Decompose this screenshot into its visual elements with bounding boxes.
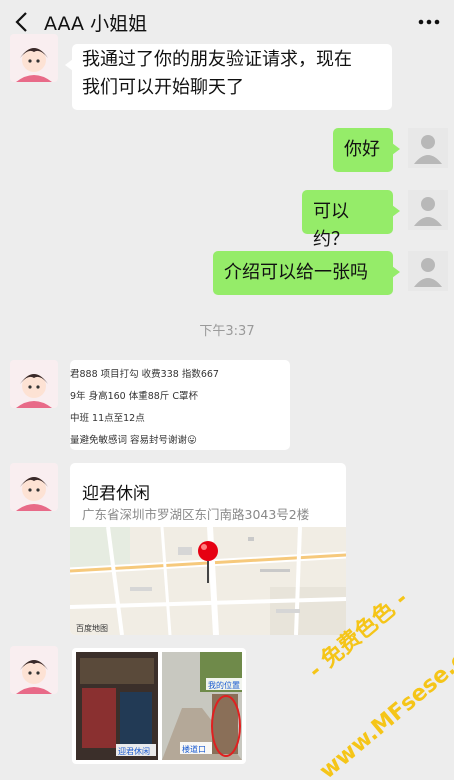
photo-message[interactable]: 迎君休闲 楼道口 我的位置 (72, 648, 246, 764)
location-name: 迎君休闲 (82, 484, 150, 504)
message-line: 我们可以开始聊天了 (82, 77, 244, 98)
chevron-left-icon[interactable] (10, 8, 36, 36)
message-bubble[interactable]: 可以约？ (302, 190, 400, 250)
cartoon-girl-icon (10, 360, 58, 408)
message-text: 介绍可以给一张吗 (224, 262, 368, 283)
message-timestamp: 下午3:37 (199, 324, 255, 339)
contact-avatar[interactable] (10, 360, 58, 408)
photo-label: 楼道口 (182, 744, 206, 754)
chat-header: AAA 小姐姐 (0, 0, 454, 44)
photo-label: 我的位置 (208, 680, 240, 690)
card-line: 君888 项目打勾 收费338 指数667 (70, 369, 219, 380)
user-avatar-icon[interactable] (408, 251, 448, 291)
contact-avatar[interactable] (10, 34, 58, 82)
map-pin-icon (198, 541, 218, 561)
map-preview: 百度地图 (70, 527, 346, 635)
cartoon-girl-icon (10, 34, 58, 82)
user-avatar-icon[interactable] (408, 128, 448, 168)
location-message-card[interactable]: 迎君休闲 广东省深圳市罗湖区东门南路3043号2楼 百度地图 (70, 463, 346, 635)
map-brand-label: 百度地图 (76, 623, 108, 633)
user-avatar-icon[interactable] (408, 190, 448, 230)
message-bubble[interactable]: 介绍可以给一张吗 (213, 251, 400, 295)
message-bubble[interactable]: 我通过了你的朋友验证请求，现在 我们可以开始聊天了 (65, 44, 392, 110)
chat-title: AAA 小姐姐 (44, 13, 148, 35)
street-photo: 迎君休闲 楼道口 我的位置 (76, 652, 242, 760)
more-dots-icon[interactable] (414, 8, 444, 36)
photo-label: 迎君休闲 (118, 746, 150, 756)
message-text: 你好 (344, 139, 380, 160)
message-text: 可以约？ (313, 201, 349, 250)
cartoon-girl-icon (10, 463, 58, 511)
contact-avatar[interactable] (10, 646, 58, 694)
card-line: 中班 11点至12点 (70, 413, 145, 424)
message-line: 我通过了你的朋友验证请求，现在 (82, 49, 352, 70)
image-message-text-card[interactable]: 君888 项目打勾 收费338 指数667 9年 身高160 体重88斤 C罩杯… (70, 360, 290, 450)
cartoon-girl-icon (10, 646, 58, 694)
message-bubble[interactable]: 你好 (333, 128, 400, 172)
card-line: 9年 身高160 体重88斤 C罩杯 (70, 391, 198, 402)
contact-avatar[interactable] (10, 463, 58, 511)
card-line: 量避免敏感词 容易封号谢谢😛 (70, 435, 197, 446)
location-address: 广东省深圳市罗湖区东门南路3043号2楼 (82, 507, 310, 522)
